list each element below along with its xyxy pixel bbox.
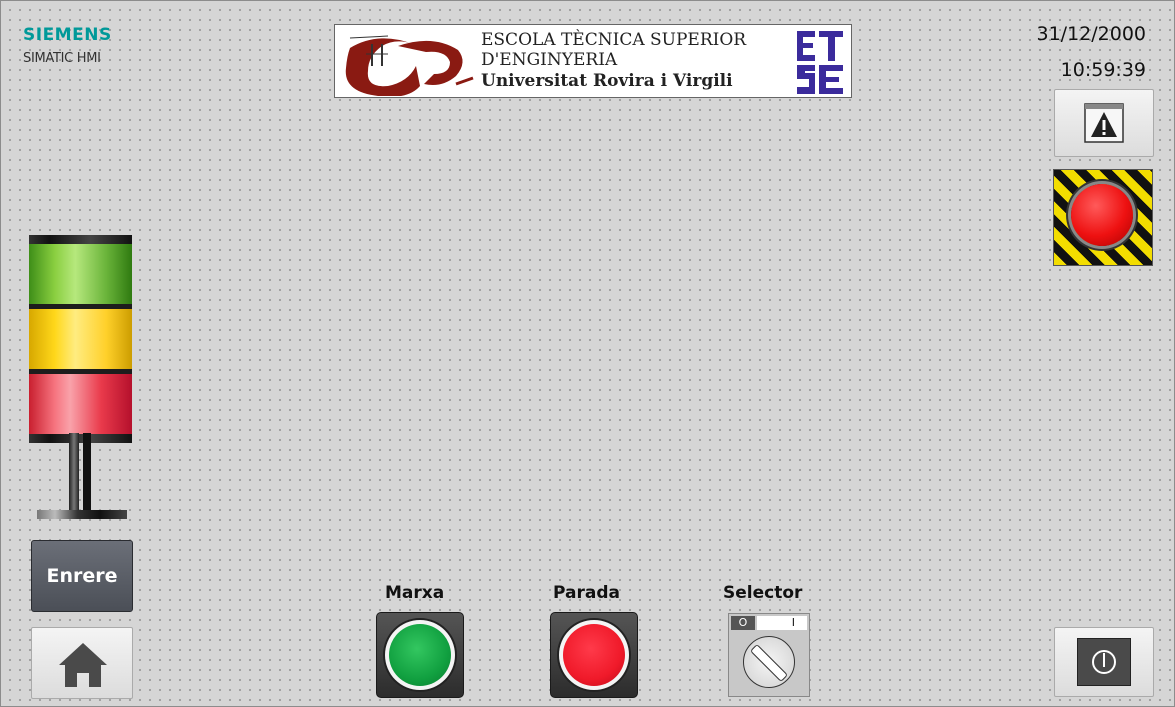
siemens-brand: SIEMENS — [23, 25, 112, 45]
stack-light-base — [37, 510, 127, 519]
marxa-button[interactable] — [376, 612, 464, 698]
stack-light — [29, 235, 132, 443]
logo-line-3: Universitat Rovira i Virgili — [481, 71, 733, 91]
simatic-hmi-label: SIMATIC HMI — [23, 51, 101, 66]
selector-position-off: O — [731, 616, 755, 630]
logo-line-2: D'ENGINYERIA — [481, 50, 618, 70]
alarm-window-button[interactable] — [1054, 89, 1154, 157]
home-button[interactable] — [31, 627, 133, 699]
parada-button[interactable] — [550, 612, 638, 698]
home-icon — [59, 643, 107, 687]
emergency-stop-button[interactable] — [1053, 169, 1153, 266]
stack-light-red — [29, 374, 132, 434]
marxa-label: Marxa — [385, 583, 445, 603]
selector-label: Selector — [723, 583, 803, 603]
power-icon — [1077, 638, 1131, 686]
red-lamp-icon — [563, 624, 625, 686]
time-display: 10:59:39 — [1060, 59, 1146, 81]
warning-icon — [1084, 103, 1124, 143]
selector-switch[interactable]: O I — [728, 613, 810, 697]
green-lamp-icon — [389, 624, 451, 686]
power-button[interactable] — [1054, 627, 1154, 697]
urv-logo-icon — [345, 35, 474, 96]
etse-mark-icon — [797, 31, 843, 94]
selector-knob-icon — [743, 636, 795, 688]
stack-light-pole — [69, 433, 99, 515]
emergency-stop-icon — [1071, 184, 1133, 246]
date-display: 31/12/2000 — [1036, 23, 1146, 45]
stack-light-green — [29, 244, 132, 304]
logo-line-1: ESCOLA TÈCNICA SUPERIOR — [481, 30, 747, 50]
back-button[interactable]: Enrere — [31, 540, 133, 612]
hmi-screen: SIEMENS SIMATIC HMI ESCOLA TÈCNICA SUPER… — [0, 0, 1175, 707]
selector-position-on: I — [757, 616, 807, 630]
stack-light-yellow — [29, 309, 132, 369]
school-logo-banner: ESCOLA TÈCNICA SUPERIOR D'ENGINYERIA Uni… — [334, 24, 852, 98]
parada-label: Parada — [553, 583, 620, 603]
